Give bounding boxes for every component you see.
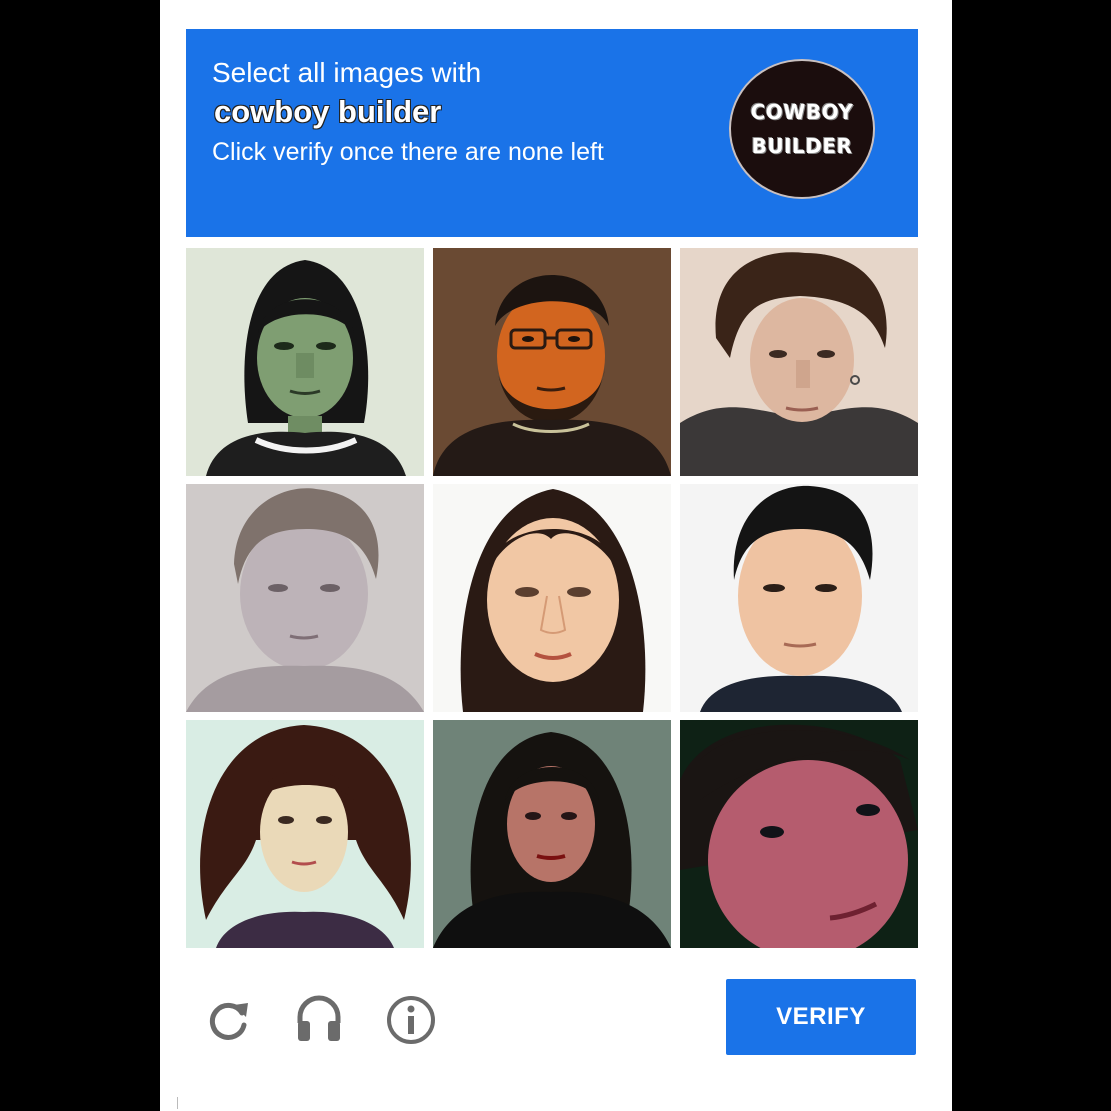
image-tile-4[interactable] bbox=[186, 484, 424, 712]
target-example-badge: COWBOY BUILDER bbox=[729, 59, 875, 199]
reload-icon[interactable] bbox=[204, 995, 254, 1045]
face-photo-4 bbox=[186, 484, 424, 712]
face-photo-8 bbox=[433, 720, 671, 948]
page-background: Select all images with cowboy builder Cl… bbox=[0, 0, 1111, 1111]
image-tile-1[interactable] bbox=[186, 248, 424, 476]
face-photo-6 bbox=[680, 484, 918, 712]
face-photo-1 bbox=[186, 248, 424, 476]
badge-line-1: COWBOY bbox=[750, 100, 854, 124]
face-photo-3 bbox=[680, 248, 918, 476]
instruction-text: Select all images with bbox=[212, 57, 482, 88]
headphones-icon[interactable] bbox=[294, 993, 344, 1043]
face-photo-5 bbox=[433, 484, 671, 712]
face-photo-2 bbox=[433, 248, 671, 476]
info-icon[interactable] bbox=[385, 994, 435, 1044]
image-tile-2[interactable] bbox=[433, 248, 671, 476]
image-grid bbox=[186, 248, 918, 948]
captcha-footer: VERIFY bbox=[160, 960, 952, 1090]
face-photo-9 bbox=[680, 720, 918, 948]
face-photo-7 bbox=[186, 720, 424, 948]
image-tile-8[interactable] bbox=[433, 720, 671, 948]
challenge-header: Select all images with cowboy builder Cl… bbox=[186, 29, 918, 237]
target-label: cowboy builder bbox=[214, 94, 442, 129]
badge-line-2: BUILDER bbox=[751, 134, 853, 158]
image-tile-7[interactable] bbox=[186, 720, 424, 948]
captcha-card: Select all images with cowboy builder Cl… bbox=[160, 0, 952, 1111]
image-tile-5[interactable] bbox=[433, 484, 671, 712]
verify-button[interactable]: VERIFY bbox=[726, 979, 916, 1055]
image-tile-6[interactable] bbox=[680, 484, 918, 712]
image-tile-9[interactable] bbox=[680, 720, 918, 948]
instruction-subtext: Click verify once there are none left bbox=[212, 138, 604, 166]
image-tile-3[interactable] bbox=[680, 248, 918, 476]
divider-mark bbox=[177, 1097, 178, 1109]
